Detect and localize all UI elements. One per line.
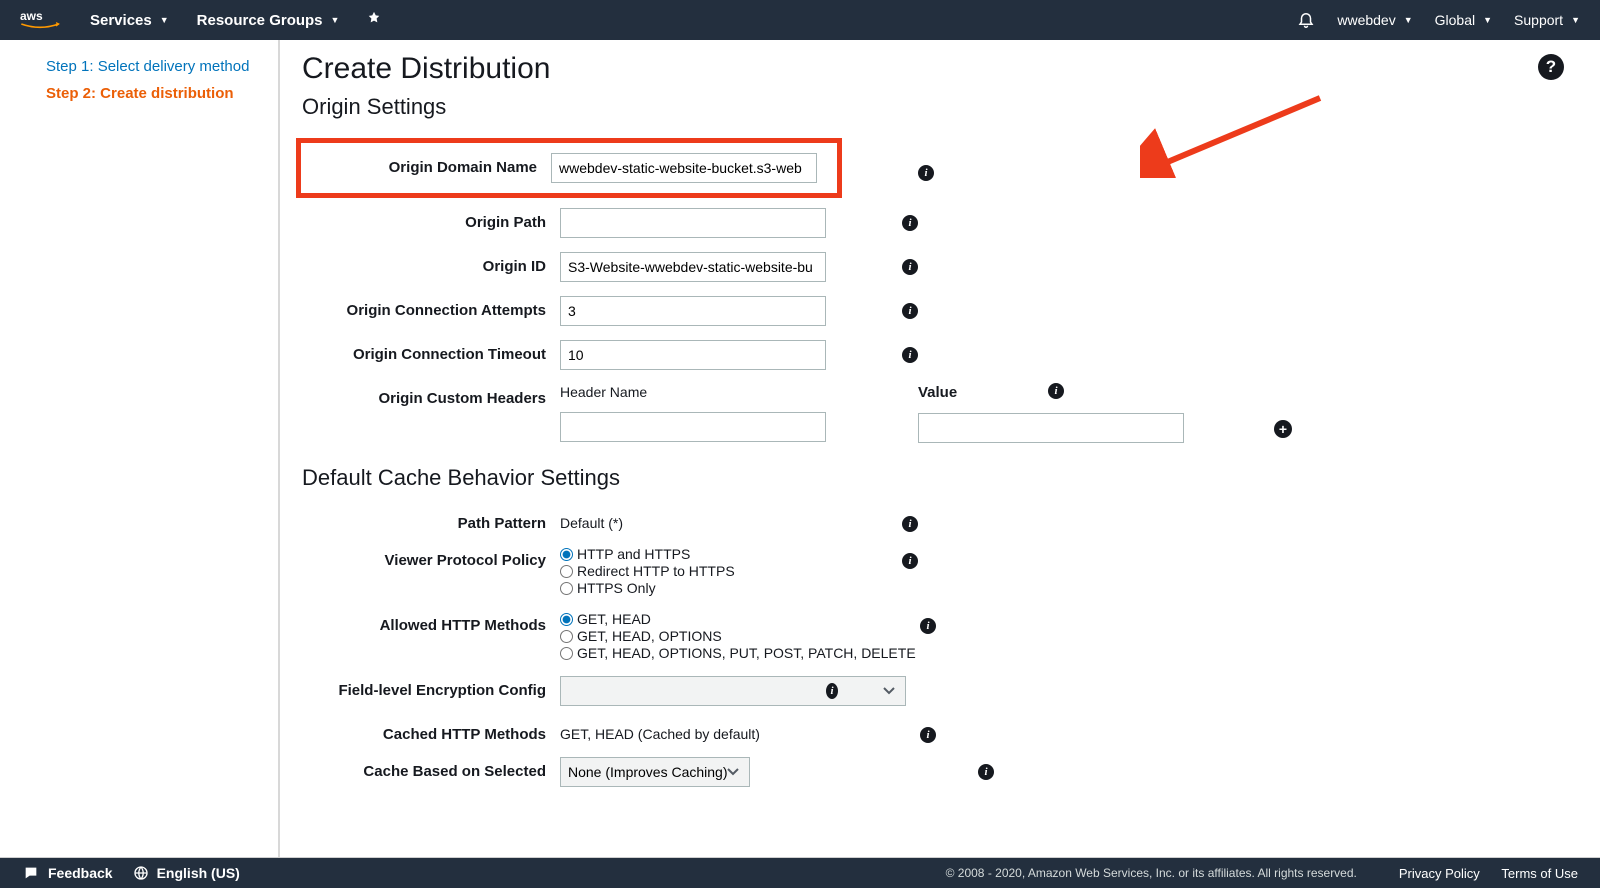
origin-domain-label: Origin Domain Name: [301, 153, 551, 176]
allowed-methods-label: Allowed HTTP Methods: [302, 611, 560, 634]
chevron-down-icon: ▼: [331, 15, 340, 25]
speech-icon: [22, 865, 40, 881]
help-icon[interactable]: ?: [1538, 54, 1564, 80]
method-opt-2[interactable]: GET, HEAD, OPTIONS, PUT, POST, PATCH, DE…: [560, 645, 920, 661]
viewer-opt-2[interactable]: HTTPS Only: [560, 580, 826, 596]
info-icon[interactable]: i: [978, 764, 994, 780]
support-label: Support: [1514, 12, 1563, 28]
origin-domain-input[interactable]: [551, 153, 817, 183]
chevron-down-icon: ▼: [1571, 15, 1580, 25]
account-label: wwebdev: [1337, 12, 1395, 28]
top-nav: aws Services ▼ Resource Groups ▼ wwebdev…: [0, 0, 1600, 40]
wizard-sidebar: Step 1: Select delivery method Step 2: C…: [0, 40, 280, 857]
chevron-down-icon: ▼: [160, 15, 169, 25]
services-menu[interactable]: Services ▼: [90, 12, 169, 29]
svg-text:aws: aws: [20, 9, 43, 23]
terms-link[interactable]: Terms of Use: [1501, 866, 1578, 881]
resource-groups-label: Resource Groups: [197, 12, 323, 29]
allowed-methods-group: GET, HEAD GET, HEAD, OPTIONS GET, HEAD, …: [560, 611, 920, 662]
info-icon[interactable]: i: [826, 683, 838, 699]
viewer-protocol-label: Viewer Protocol Policy: [302, 546, 560, 569]
info-icon[interactable]: i: [918, 165, 934, 181]
viewer-opt-1[interactable]: Redirect HTTP to HTTPS: [560, 563, 826, 579]
step-2-link[interactable]: Step 2: Create distribution: [46, 85, 260, 102]
origin-id-input[interactable]: [560, 252, 826, 282]
region-label: Global: [1435, 12, 1475, 28]
info-icon[interactable]: i: [902, 553, 918, 569]
origin-timeout-label: Origin Connection Timeout: [302, 340, 560, 363]
highlighted-field: Origin Domain Name: [296, 138, 842, 198]
info-icon[interactable]: i: [902, 347, 918, 363]
language-link[interactable]: English (US): [157, 865, 240, 881]
chevron-down-icon: ▼: [1483, 15, 1492, 25]
origin-attempts-input[interactable]: [560, 296, 826, 326]
origin-attempts-label: Origin Connection Attempts: [302, 296, 560, 319]
step-1-link[interactable]: Step 1: Select delivery method: [46, 58, 260, 75]
origin-section-title: Origin Settings: [302, 94, 1562, 120]
region-menu[interactable]: Global ▼: [1435, 12, 1492, 28]
info-icon[interactable]: i: [920, 618, 936, 634]
globe-icon: [133, 865, 149, 881]
cached-methods-value: GET, HEAD (Cached by default): [560, 720, 920, 742]
path-pattern-label: Path Pattern: [302, 509, 560, 532]
notifications-icon[interactable]: [1297, 10, 1315, 31]
origin-path-input[interactable]: [560, 208, 826, 238]
page-title: Create Distribution: [302, 52, 1562, 86]
origin-timeout-input[interactable]: [560, 340, 826, 370]
method-opt-0[interactable]: GET, HEAD: [560, 611, 920, 627]
resource-groups-menu[interactable]: Resource Groups ▼: [197, 12, 340, 29]
services-label: Services: [90, 12, 152, 29]
feedback-link[interactable]: Feedback: [48, 865, 113, 881]
footer: Feedback English (US) © 2008 - 2020, Ama…: [0, 858, 1600, 888]
support-menu[interactable]: Support ▼: [1514, 12, 1580, 28]
path-pattern-value: Default (*): [560, 509, 826, 531]
origin-path-label: Origin Path: [302, 208, 560, 231]
chevron-down-icon: ▼: [1404, 15, 1413, 25]
cache-based-select[interactable]: None (Improves Caching): [560, 757, 750, 787]
info-icon[interactable]: i: [1048, 383, 1064, 399]
info-icon[interactable]: i: [902, 215, 918, 231]
info-icon[interactable]: i: [920, 727, 936, 743]
header-value-input[interactable]: [918, 413, 1184, 443]
aws-logo[interactable]: aws: [20, 8, 60, 32]
viewer-opt-0[interactable]: HTTP and HTTPS: [560, 546, 826, 562]
copyright-text: © 2008 - 2020, Amazon Web Services, Inc.…: [946, 866, 1357, 880]
fle-config-label: Field-level Encryption Config: [302, 676, 560, 699]
header-name-input[interactable]: [560, 412, 826, 442]
info-icon[interactable]: i: [902, 516, 918, 532]
add-header-button[interactable]: +: [1274, 420, 1292, 438]
cached-methods-label: Cached HTTP Methods: [302, 720, 560, 743]
pin-icon[interactable]: [367, 11, 381, 30]
info-icon[interactable]: i: [902, 303, 918, 319]
main-content: ? Create Distribution Origin Settings Or…: [280, 40, 1600, 857]
info-icon[interactable]: i: [902, 259, 918, 275]
cache-section-title: Default Cache Behavior Settings: [302, 465, 1562, 491]
cache-based-label: Cache Based on Selected: [302, 757, 560, 780]
origin-headers-label: Origin Custom Headers: [302, 384, 560, 407]
method-opt-1[interactable]: GET, HEAD, OPTIONS: [560, 628, 920, 644]
origin-id-label: Origin ID: [302, 252, 560, 275]
viewer-protocol-group: HTTP and HTTPS Redirect HTTP to HTTPS HT…: [560, 546, 826, 597]
account-menu[interactable]: wwebdev ▼: [1337, 12, 1412, 28]
header-name-label: Header Name: [560, 384, 826, 400]
privacy-link[interactable]: Privacy Policy: [1399, 866, 1480, 881]
